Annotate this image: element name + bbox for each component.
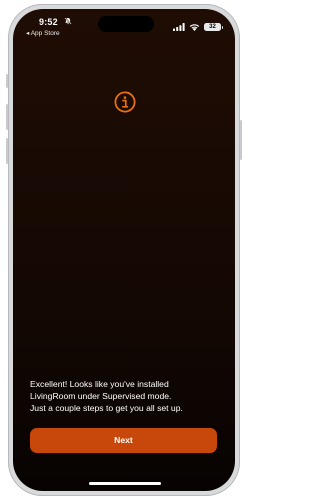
- bell-slash-icon: [64, 17, 72, 27]
- status-indicators: 32: [173, 18, 223, 36]
- info-circle-icon: [114, 91, 136, 113]
- message-line: Excellent! Looks like you've installed: [30, 379, 169, 389]
- back-to-app-store-link[interactable]: ◂ App Store: [26, 29, 60, 37]
- volume-up-button: [6, 104, 8, 130]
- status-time: 9:52: [39, 17, 58, 27]
- setup-message: Excellent! Looks like you've installed L…: [30, 378, 225, 414]
- app-screen: 9:52 ◂ App Store 32 Excellent! Looks lik…: [13, 9, 235, 491]
- action-button: [6, 74, 8, 88]
- dynamic-island: [98, 16, 154, 32]
- home-indicator[interactable]: [89, 482, 161, 485]
- signal-icon: [173, 18, 185, 36]
- message-line: Just a couple steps to get you all set u…: [30, 403, 183, 413]
- message-line: LivingRoom under Supervised mode.: [30, 391, 172, 401]
- volume-down-button: [6, 138, 8, 164]
- battery-icon: 32: [204, 23, 223, 31]
- wifi-icon: [189, 18, 200, 36]
- next-button[interactable]: Next: [30, 428, 217, 453]
- power-button: [240, 120, 242, 160]
